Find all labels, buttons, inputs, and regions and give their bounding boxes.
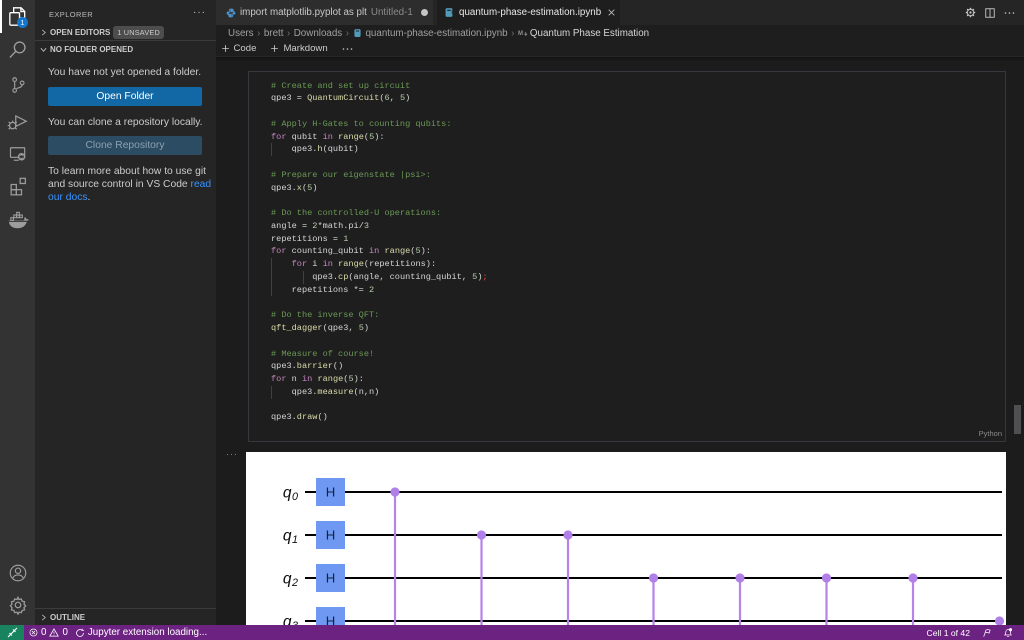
svg-text:H: H [326,485,336,500]
svg-text:M: M [518,31,523,37]
svg-text:1: 1 [292,534,298,546]
svg-text:0: 0 [292,491,298,503]
svg-text:q: q [283,528,292,545]
svg-text:H: H [326,614,336,625]
svg-text:2: 2 [291,577,298,589]
svg-text:q: q [283,614,292,626]
svg-text:H: H [326,528,336,543]
svg-text:H: H [326,571,336,586]
svg-text:q: q [283,485,292,502]
svg-text:q: q [283,571,292,588]
